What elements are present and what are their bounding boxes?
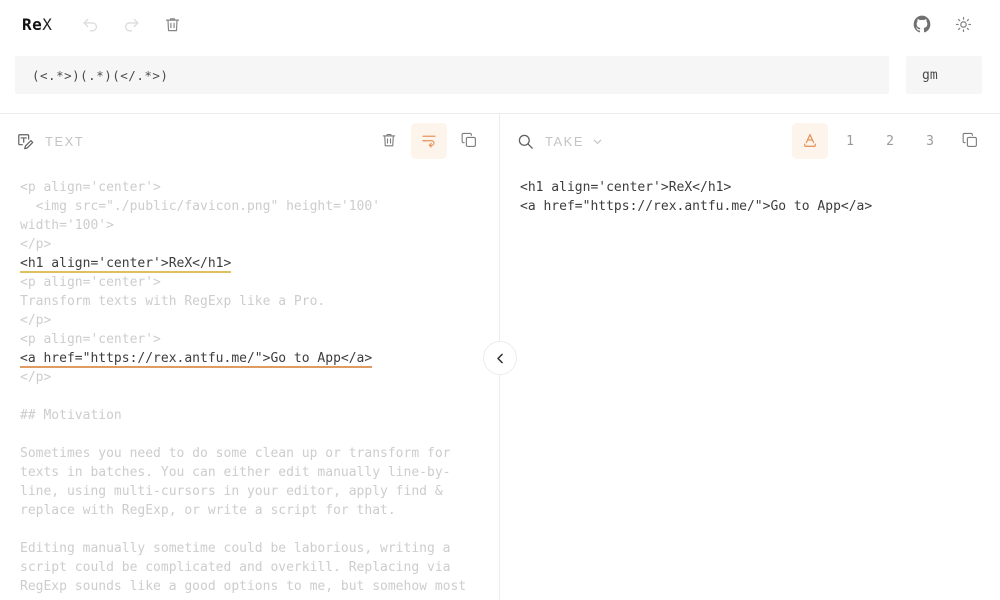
text-line: </p> bbox=[20, 368, 479, 387]
collapse-panel-button[interactable] bbox=[483, 341, 517, 375]
text-line: width='100'> bbox=[20, 216, 479, 235]
pattern-row bbox=[15, 56, 982, 94]
text-line: script could be complicated and overkill… bbox=[20, 558, 479, 577]
text-line: Sometimes you need to do some clean up o… bbox=[20, 444, 479, 463]
text-panel: TEXT <p align='center'> <img src="./publ… bbox=[0, 114, 500, 600]
text-line: line, using multi-cursors in your editor… bbox=[20, 482, 479, 501]
text-line: <p align='center'> bbox=[20, 178, 479, 197]
text-line: texts in batches. You can either edit ma… bbox=[20, 463, 479, 482]
match-underline-icon bbox=[801, 131, 819, 152]
top-bar: ReX bbox=[0, 0, 1000, 48]
text-line: </p> bbox=[20, 311, 479, 330]
search-icon bbox=[516, 132, 535, 151]
regex-flags-input[interactable] bbox=[906, 56, 982, 94]
take-panel-title: TAKE bbox=[545, 134, 584, 149]
regex-pattern-input[interactable] bbox=[15, 56, 889, 94]
match-highlight: <a href="https://rex.antfu.me/">Go to Ap… bbox=[20, 351, 372, 368]
take-mode-dropdown[interactable] bbox=[591, 135, 604, 148]
github-link[interactable] bbox=[905, 7, 939, 41]
text-line: <p align='center'> bbox=[20, 273, 479, 292]
copy-icon bbox=[460, 131, 478, 152]
text-line: replace with RegExp, or write a script f… bbox=[20, 501, 479, 520]
match-highlight: <h1 align='center'>ReX</h1> bbox=[20, 256, 231, 273]
word-wrap-toggle[interactable] bbox=[411, 123, 447, 159]
sun-icon bbox=[954, 15, 973, 34]
theme-toggle-button[interactable] bbox=[946, 7, 980, 41]
text-line: <a href="https://rex.antfu.me/">Go to Ap… bbox=[20, 349, 479, 368]
redo-button[interactable] bbox=[115, 7, 149, 41]
word-wrap-icon bbox=[420, 131, 438, 152]
copy-icon bbox=[961, 131, 979, 152]
text-line: <img src="./public/favicon.png" height='… bbox=[20, 197, 479, 216]
undo-icon bbox=[81, 15, 100, 34]
text-line: <h1 align='center'>ReX</h1> bbox=[20, 254, 479, 273]
text-line bbox=[20, 387, 479, 406]
group-2-button[interactable]: 2 bbox=[872, 123, 908, 159]
chevron-left-icon bbox=[493, 351, 508, 366]
group-3-button[interactable]: 3 bbox=[912, 123, 948, 159]
text-line bbox=[20, 425, 479, 444]
text-line: <p align='center'> bbox=[20, 330, 479, 349]
clear-all-button[interactable] bbox=[156, 7, 190, 41]
text-line: RegExp sounds like a good options to me,… bbox=[20, 577, 479, 596]
chevron-down-icon bbox=[591, 135, 604, 148]
text-panel-title: TEXT bbox=[45, 134, 84, 149]
github-icon bbox=[912, 14, 932, 34]
text-line: Transform texts with RegExp like a Pro. bbox=[20, 292, 479, 311]
text-line: ## Motivation bbox=[20, 406, 479, 425]
copy-result-button[interactable] bbox=[952, 123, 988, 159]
copy-text-button[interactable] bbox=[451, 123, 487, 159]
main-split: TEXT <p align='center'> <img src="./publ… bbox=[0, 113, 1000, 600]
input-text-area[interactable]: <p align='center'> <img src="./public/fa… bbox=[0, 168, 499, 596]
text-line: Editing manually sometime could be labor… bbox=[20, 539, 479, 558]
text-panel-header: TEXT bbox=[0, 114, 499, 168]
trash-icon bbox=[380, 131, 398, 152]
group-1-button[interactable]: 1 bbox=[832, 123, 868, 159]
text-edit-icon bbox=[16, 132, 35, 151]
clear-text-button[interactable] bbox=[371, 123, 407, 159]
logo-text-bold: Re bbox=[22, 15, 42, 34]
full-match-toggle[interactable] bbox=[792, 123, 828, 159]
logo-text-light: X bbox=[42, 15, 52, 34]
undo-button[interactable] bbox=[74, 7, 108, 41]
result-line: <a href="https://rex.antfu.me/">Go to Ap… bbox=[520, 197, 980, 216]
redo-icon bbox=[122, 15, 141, 34]
text-line bbox=[20, 520, 479, 539]
take-panel-header: TAKE 1 2 3 bbox=[500, 114, 1000, 168]
result-line: <h1 align='center'>ReX</h1> bbox=[520, 178, 980, 197]
app-logo[interactable]: ReX bbox=[22, 15, 52, 34]
result-text-area: <h1 align='center'>ReX</h1><a href="http… bbox=[500, 168, 1000, 216]
trash-icon bbox=[163, 15, 182, 34]
take-panel: TAKE 1 2 3 <h1 align='center'>ReX</h1 bbox=[500, 114, 1000, 600]
text-line: </p> bbox=[20, 235, 479, 254]
